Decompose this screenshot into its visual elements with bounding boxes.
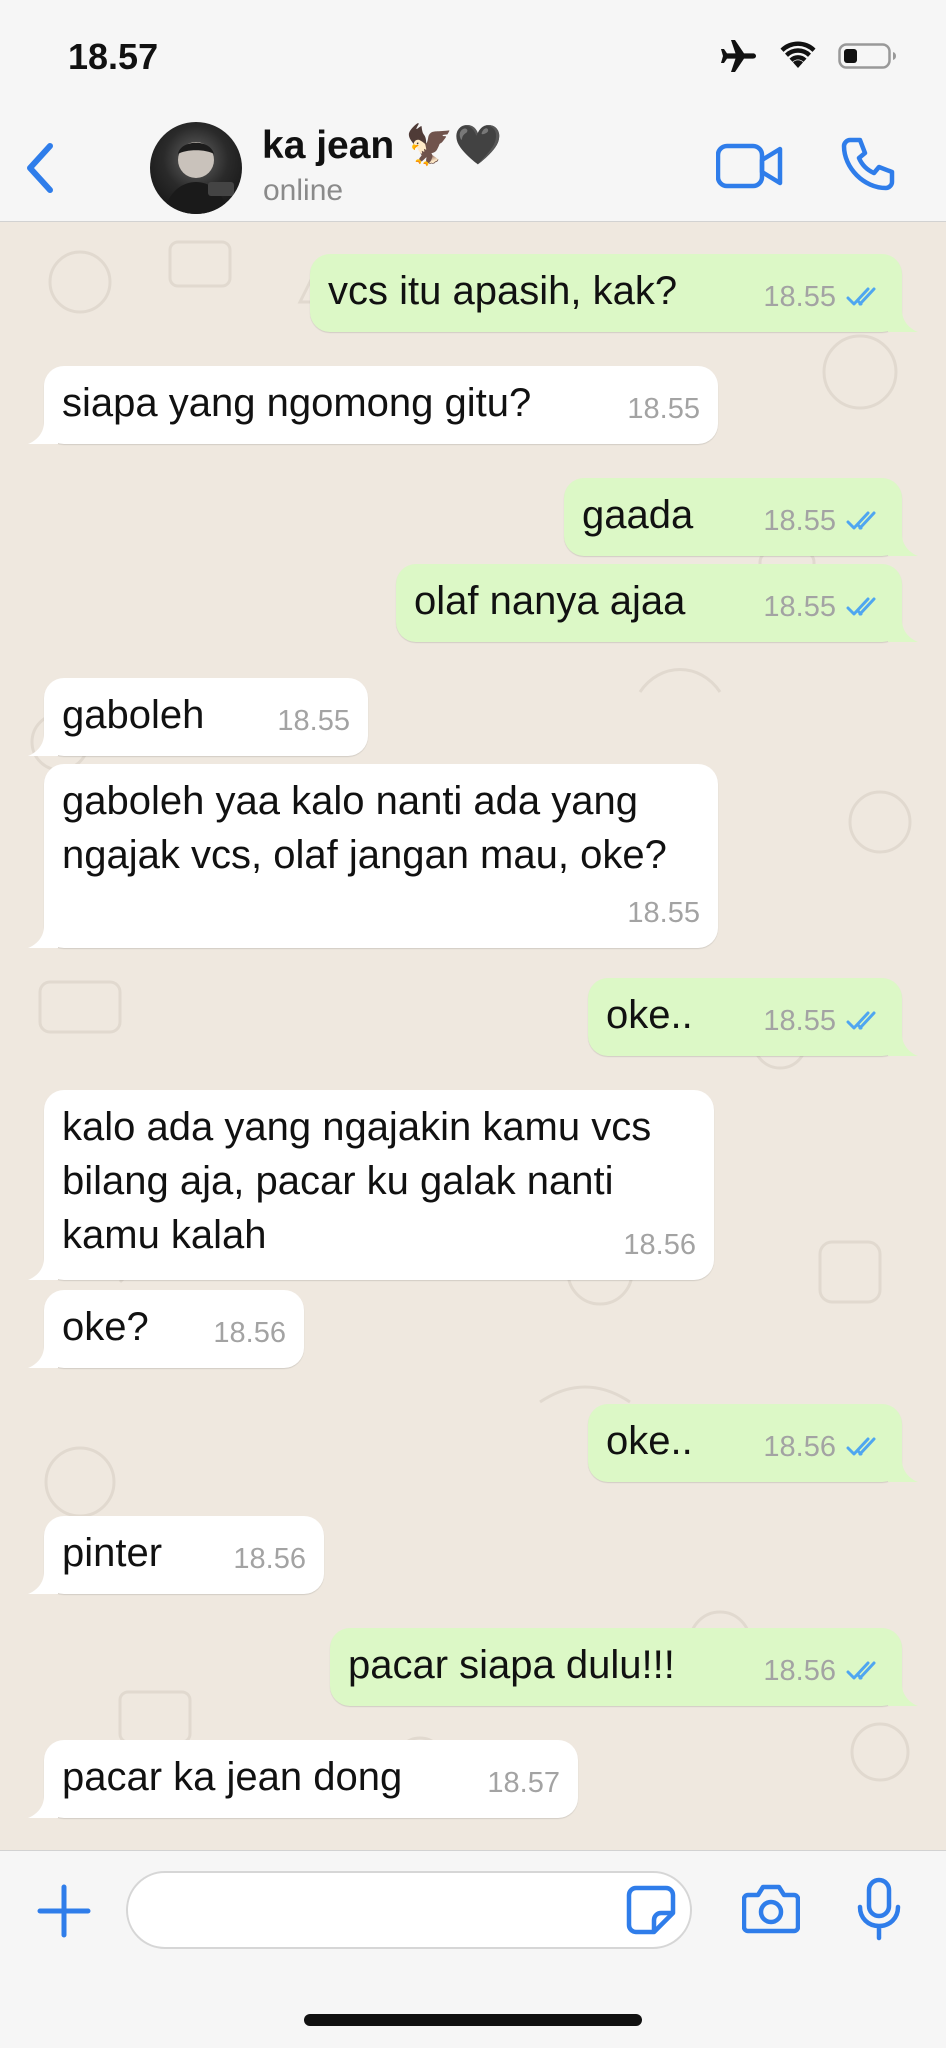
outgoing-message[interactable]: gaada 18.55 [564,478,918,556]
read-receipt-icon [846,511,876,530]
message-meta: 18.56 [623,1218,696,1272]
contact-avatar[interactable] [150,122,242,214]
message-meta: 18.55 [277,694,350,748]
message-time: 18.55 [627,393,700,425]
incoming-message[interactable]: pacar ka jean dong 18.57 [28,1740,578,1818]
read-receipt-icon [846,1011,876,1030]
incoming-message[interactable]: gaboleh 18.55 [28,678,368,756]
message-text: gaada [582,493,694,537]
incoming-message[interactable]: siapa yang ngomong gitu? 18.55 [28,366,718,444]
chat-screen: 18.57 ka jean 🦅🖤 online vcs itu apasih, … [0,0,946,2048]
airplane-icon [721,40,756,72]
wifi-icon [780,41,816,68]
message-text: vcs itu apasih, kak? [328,269,678,313]
incoming-message[interactable]: oke? 18.56 [28,1290,304,1368]
message-time: 18.55 [277,705,350,737]
bubble-tail [888,1034,918,1056]
message-text: pinter [62,1531,163,1575]
message-text: oke.. [606,1419,693,1463]
message-time: 18.56 [623,1229,696,1261]
message-time: 18.56 [213,1317,286,1349]
battery-icon [838,43,896,69]
message-time: 18.55 [627,897,700,929]
bubble-tail [888,1684,918,1706]
message-input[interactable] [126,1871,692,1949]
message-meta: 18.56 [763,1644,884,1698]
message-meta: 18.56 [213,1306,286,1360]
message-list[interactable]: vcs itu apasih, kak? 18.55 siapa yang ngom… [0,222,946,1850]
plus-icon[interactable] [36,1883,92,1939]
chevron-left-icon[interactable] [18,138,62,198]
message-text: pacar siapa dulu!!! [348,1643,675,1687]
message-time: 18.56 [233,1543,306,1575]
message-meta: 18.55 [763,580,884,634]
bubble-tail [888,620,918,642]
message-meta: 18.57 [487,1756,560,1810]
read-receipt-icon [846,1661,876,1680]
message-text: olaf nanya ajaa [414,579,686,623]
message-meta: 18.56 [233,1532,306,1586]
incoming-message[interactable]: pinter 18.56 [28,1516,324,1594]
read-receipt-icon [846,287,876,306]
camera-icon[interactable] [742,1883,800,1935]
message-meta: 18.56 [763,1420,884,1474]
microphone-icon[interactable] [856,1877,902,1941]
video-call-icon[interactable] [716,140,784,192]
message-text: pacar ka jean dong [62,1755,403,1799]
read-receipt-icon [846,1437,876,1456]
contact-name[interactable]: ka jean 🦅🖤 [262,122,502,168]
outgoing-message[interactable]: vcs itu apasih, kak? 18.55 [310,254,918,332]
status-icons [718,38,898,74]
status-time: 18.57 [68,36,159,77]
home-indicator[interactable] [304,2014,642,2026]
bubble-tail [28,1258,58,1280]
chat-header: ka jean 🦅🖤 online [0,112,946,222]
phone-icon[interactable] [840,136,896,192]
bubble-tail [28,926,58,948]
message-text: gaboleh yaa kalo nanti ada yang ngajak v… [62,779,667,877]
incoming-message[interactable]: gaboleh yaa kalo nanti ada yang ngajak v… [28,764,718,948]
outgoing-message[interactable]: oke.. 18.56 [588,1404,918,1482]
message-meta: 18.55 [627,886,700,940]
bubble-tail [28,734,58,756]
bubble-tail [888,534,918,556]
outgoing-message[interactable]: olaf nanya ajaa 18.55 [396,564,918,642]
sticker-icon[interactable] [626,1885,676,1935]
message-time: 18.55 [763,1005,836,1037]
bubble-tail [888,310,918,332]
message-text: siapa yang ngomong gitu? [62,381,532,425]
message-meta: 18.55 [763,494,884,548]
message-text: oke.. [606,993,693,1037]
message-time: 18.57 [487,1767,560,1799]
bubble-tail [28,1572,58,1594]
bubble-tail [28,1796,58,1818]
read-receipt-icon [846,597,876,616]
message-text: gaboleh [62,693,205,737]
message-time: 18.55 [763,505,836,537]
message-text: oke? [62,1305,149,1349]
message-meta: 18.55 [763,270,884,324]
message-meta: 18.55 [627,382,700,436]
message-time: 18.55 [763,281,836,313]
bubble-tail [28,422,58,444]
message-text: kalo ada yang ngajakin kamu vcs bilang a… [62,1105,652,1257]
bubble-tail [888,1460,918,1482]
incoming-message[interactable]: kalo ada yang ngajakin kamu vcs bilang a… [28,1090,714,1280]
status-bar: 18.57 [0,0,946,112]
bubble-tail [28,1346,58,1368]
contact-status: online [263,174,344,207]
avatar-photo [164,142,234,214]
outgoing-message[interactable]: pacar siapa dulu!!! 18.56 [330,1628,918,1706]
message-time: 18.56 [763,1655,836,1687]
outgoing-message[interactable]: oke.. 18.55 [588,978,918,1056]
message-meta: 18.55 [763,994,884,1048]
message-time: 18.55 [763,591,836,623]
message-time: 18.56 [763,1431,836,1463]
